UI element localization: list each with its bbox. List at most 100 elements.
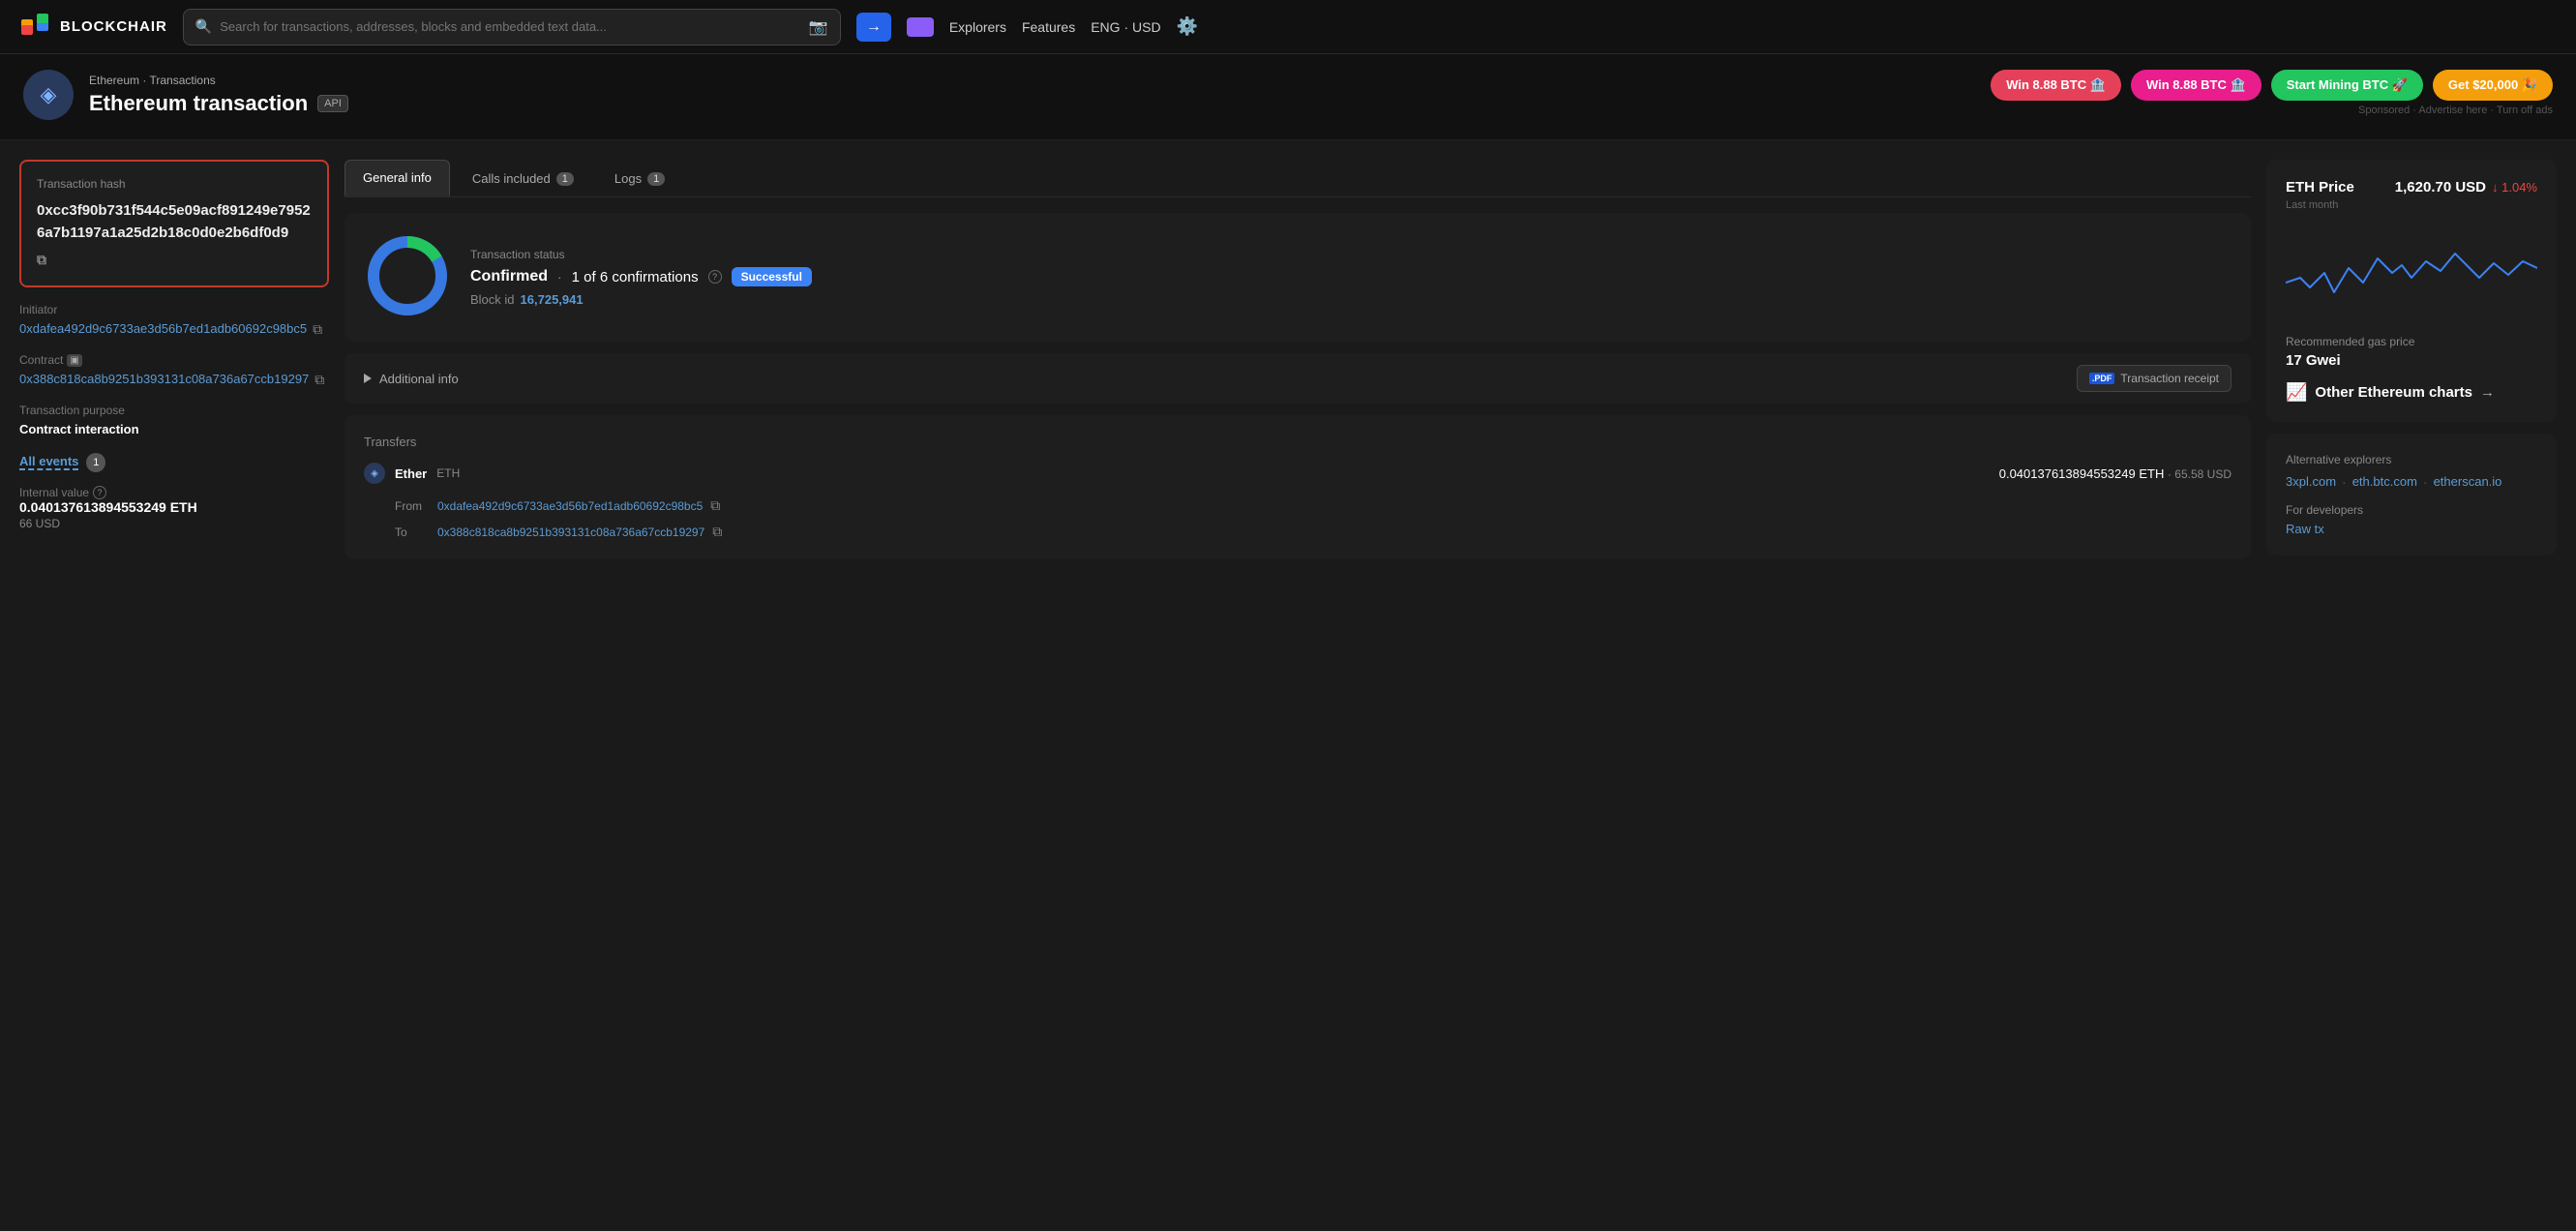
center-panel: General info Calls included 1 Logs 1 [344, 160, 2251, 567]
transfer-from-row: From 0xdafea492d9c6733ae3d56b7ed1adb6069… [395, 497, 2232, 514]
arrow-right-icon: → [2480, 384, 2495, 401]
search-button[interactable]: → [856, 13, 891, 42]
logo-text: BLOCKCHAIR [60, 18, 167, 35]
eth-price-title: ETH Price [2286, 179, 2354, 195]
right-panel: ETH Price 1,620.70 USD ↓ 1.04% Last mont… [2266, 160, 2557, 567]
to-addr[interactable]: 0x388c818ca8b9251b393131c08a736a67ccb192… [437, 525, 704, 539]
eth-price-value: 1,620.70 USD [2395, 179, 2486, 195]
alt-explorer-links: 3xpl.com · eth.btc.com · etherscan.io [2286, 474, 2537, 490]
internal-value-help-icon[interactable]: ? [93, 486, 106, 499]
to-copy-icon[interactable]: ⧉ [712, 524, 722, 540]
transfers-title: Transfers [364, 435, 2232, 449]
page-header-left: ◈ Ethereum · Transactions Ethereum trans… [23, 70, 348, 120]
transfer-row: ◈ Ether ETH 0.040137613894553249 ETH · 6… [364, 463, 2232, 484]
transfer-ticker: ETH [436, 466, 460, 480]
all-events-row: All events 1 [19, 453, 329, 472]
main-layout: Transaction hash 0xcc3f90b731f544c5e09ac… [0, 140, 2576, 586]
wallet-icon[interactable] [907, 17, 934, 37]
status-main: Confirmed · 1 of 6 confirmations ? Succe… [470, 267, 812, 286]
transfer-to-row: To 0x388c818ca8b9251b393131c08a736a67ccb… [395, 524, 2232, 540]
contract-badge-icon: ▣ [67, 354, 81, 367]
page-title-area: Ethereum · Transactions Ethereum transac… [89, 74, 348, 116]
nav-features[interactable]: Features [1022, 19, 1075, 35]
tx-hash-value: 0xcc3f90b731f544c5e09acf891249e79526a7b1… [37, 200, 312, 270]
initiator-copy-icon[interactable]: ⧉ [313, 319, 322, 340]
nav-lang-currency[interactable]: ENG · USD [1091, 19, 1160, 35]
tabs-bar: General info Calls included 1 Logs 1 [344, 160, 2251, 197]
transfer-usd-val: 65.58 USD [2174, 467, 2232, 481]
blockchair-logo-icon [19, 12, 50, 43]
pdf-label: .PDF [2089, 373, 2115, 384]
successful-badge: Successful [732, 267, 812, 286]
search-bar: 🔍 📷 [183, 9, 841, 45]
other-charts-button[interactable]: 📈 Other Ethereum charts → [2286, 382, 2537, 403]
promo-btn-3[interactable]: Get $20,000 🎉 [2433, 70, 2553, 101]
promo-buttons: Win 8.88 BTC 🏦 Win 8.88 BTC 🏦 Start Mini… [1991, 70, 2553, 101]
dev-label: For developers [2286, 503, 2537, 517]
tab-logs-count: 1 [647, 172, 665, 186]
pie-chart-svg [364, 232, 451, 319]
price-chart-area [2286, 225, 2537, 321]
camera-icon[interactable]: 📷 [809, 17, 828, 37]
alt-explorers-card: Alternative explorers 3xpl.com · eth.btc… [2266, 434, 2557, 555]
alt-link-etherscan[interactable]: etherscan.io [2434, 474, 2502, 490]
from-label: From [395, 499, 430, 513]
chart-icon: 📈 [2286, 382, 2307, 403]
status-details: Transaction status Confirmed · 1 of 6 co… [470, 248, 812, 307]
alt-link-eth-btc[interactable]: eth.btc.com [2352, 474, 2417, 490]
gas-label: Recommended gas price [2286, 335, 2537, 348]
tx-hash-label: Transaction hash [37, 177, 312, 191]
internal-value-label: Internal value ? [19, 486, 329, 499]
tx-hash-copy-icon[interactable]: ⧉ [37, 250, 46, 270]
promo-btn-2[interactable]: Start Mining BTC 🚀 [2271, 70, 2423, 101]
promo-btn-1[interactable]: Win 8.88 BTC 🏦 [2131, 70, 2261, 101]
from-copy-icon[interactable]: ⧉ [710, 497, 720, 514]
internal-value-row: Internal value ? 0.040137613894553249 ET… [19, 486, 329, 530]
raw-tx-link[interactable]: Raw tx [2286, 522, 2324, 536]
internal-value: 0.040137613894553249 ETH [19, 499, 329, 515]
all-events-link[interactable]: All events [19, 454, 78, 470]
status-confirmed: Confirmed [470, 268, 548, 285]
ether-icon: ◈ [364, 463, 385, 484]
tab-general-info[interactable]: General info [344, 160, 450, 196]
block-id-row: Block id 16,725,941 [470, 292, 812, 307]
eth-price-change: ↓ 1.04% [2492, 180, 2537, 195]
left-panel: Transaction hash 0xcc3f90b731f544c5e09ac… [19, 160, 329, 567]
tab-logs[interactable]: Logs 1 [596, 160, 683, 196]
last-month-text: Last month [2286, 199, 2537, 211]
additional-info-row[interactable]: Additional info .PDF Transaction receipt [344, 353, 2251, 404]
sponsored-text: Sponsored · Advertise here · Turn off ad… [2358, 105, 2553, 116]
transfer-amount-area: 0.040137613894553249 ETH · 65.58 USD [1999, 466, 2232, 481]
from-addr[interactable]: 0xdafea492d9c6733ae3d56b7ed1adb60692c98b… [437, 499, 703, 513]
to-label: To [395, 525, 430, 539]
promo-btn-0[interactable]: Win 8.88 BTC 🏦 [1991, 70, 2121, 101]
settings-icon[interactable]: ⚙️ [1177, 16, 1198, 37]
alt-explorers-title: Alternative explorers [2286, 453, 2537, 466]
pdf-button[interactable]: .PDF Transaction receipt [2077, 365, 2232, 392]
search-icon: 🔍 [195, 18, 212, 35]
contract-row: Contract ▣ 0x388c818ca8b9251b393131c08a7… [19, 353, 329, 390]
page-header: ◈ Ethereum · Transactions Ethereum trans… [0, 54, 2576, 140]
tx-hash-box: Transaction hash 0xcc3f90b731f544c5e09ac… [19, 160, 329, 287]
initiator-row: Initiator 0xdafea492d9c6733ae3d56b7ed1ad… [19, 303, 329, 340]
additional-info-left: Additional info [364, 372, 459, 386]
tx-receipt-label: Transaction receipt [2120, 372, 2219, 385]
confirmations-help-icon[interactable]: ? [708, 270, 722, 284]
transfers-section: Transfers ◈ Ether ETH 0.0401376138945532… [344, 415, 2251, 559]
tx-status-card: Transaction status Confirmed · 1 of 6 co… [344, 213, 2251, 342]
contract-copy-icon[interactable]: ⧉ [315, 370, 324, 390]
search-input[interactable] [220, 19, 801, 34]
tab-calls-included[interactable]: Calls included 1 [454, 160, 592, 196]
tx-status-inner: Transaction status Confirmed · 1 of 6 co… [364, 232, 2232, 322]
nav-explorers[interactable]: Explorers [949, 19, 1006, 35]
alt-link-3xpl[interactable]: 3xpl.com [2286, 474, 2336, 490]
block-id-link[interactable]: 16,725,941 [521, 292, 584, 307]
page-title: Ethereum transaction API [89, 91, 348, 116]
transfer-name: Ether [395, 466, 427, 481]
gas-price-section: Recommended gas price 17 Gwei [2286, 335, 2537, 369]
eth-logo: ◈ [23, 70, 74, 120]
transfer-from-to: From 0xdafea492d9c6733ae3d56b7ed1adb6069… [364, 497, 2232, 540]
price-chart-svg [2286, 225, 2537, 321]
api-badge[interactable]: API [317, 95, 348, 112]
contract-value: 0x388c818ca8b9251b393131c08a736a67ccb192… [19, 370, 329, 390]
